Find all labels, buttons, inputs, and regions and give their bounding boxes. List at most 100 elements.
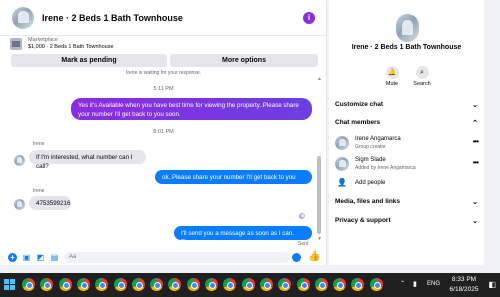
member-name: Irene Angamarca bbox=[355, 136, 401, 142]
marketplace-label: Marketplace bbox=[28, 37, 58, 43]
more-options-button[interactable]: More options bbox=[170, 54, 318, 67]
sender-name: Irene bbox=[33, 141, 45, 147]
chevron-down-icon: ⌄ bbox=[472, 102, 478, 109]
conversation-details-panel: Irene · 2 Beds 1 Bath Townhouse 🔔 Mute ⌕… bbox=[329, 0, 484, 265]
network-icon[interactable]: ▮ bbox=[413, 280, 417, 288]
chrome-icon[interactable] bbox=[186, 278, 200, 291]
chrome-icon[interactable] bbox=[241, 278, 255, 291]
search-button[interactable]: ⌕ Search bbox=[402, 66, 442, 87]
listing-thumbnail bbox=[10, 38, 22, 50]
chrome-icon[interactable] bbox=[22, 278, 35, 291]
chrome-icon[interactable] bbox=[40, 278, 54, 291]
sticker-icon[interactable]: ◩ bbox=[36, 253, 45, 262]
outgoing-message[interactable]: Yes it's Available when you have best ti… bbox=[71, 98, 312, 120]
chrome-icon[interactable] bbox=[58, 278, 72, 291]
customize-chat-section[interactable]: Customize chat ⌄ bbox=[335, 101, 478, 109]
chrome-icon[interactable] bbox=[131, 278, 145, 291]
tray-overflow-icon[interactable]: ⌃ bbox=[400, 280, 405, 287]
search-label: Search bbox=[413, 81, 431, 87]
chrome-icon[interactable] bbox=[113, 278, 127, 291]
sender-name: Irene bbox=[33, 188, 45, 194]
section-label: Chat members bbox=[335, 119, 381, 126]
sender-avatar[interactable] bbox=[14, 199, 25, 210]
clock-time[interactable]: 8:33 PM bbox=[444, 276, 484, 283]
chat-panel: Irene · 2 Beds 1 Bath Townhouse i Market… bbox=[0, 0, 327, 265]
like-icon[interactable]: 👍 bbox=[308, 251, 320, 262]
chrome-icon[interactable] bbox=[205, 278, 218, 291]
member-avatar bbox=[335, 157, 349, 171]
profile-avatar[interactable] bbox=[396, 14, 419, 42]
chrome-icon[interactable] bbox=[150, 278, 164, 291]
chat-avatar[interactable] bbox=[12, 6, 34, 29]
more-icon[interactable]: ••• bbox=[473, 137, 479, 146]
scrollbar-thumb[interactable] bbox=[317, 156, 321, 234]
member-avatar bbox=[335, 136, 349, 150]
info-icon[interactable]: i bbox=[303, 12, 315, 24]
chevron-up-icon: ⌃ bbox=[472, 120, 478, 127]
chrome-icon[interactable] bbox=[259, 278, 273, 291]
chevron-down-icon: ⌄ bbox=[472, 199, 478, 206]
chrome-icon[interactable] bbox=[296, 278, 310, 291]
chrome-icon[interactable] bbox=[223, 278, 237, 291]
language-indicator[interactable]: ENG bbox=[427, 281, 440, 287]
outgoing-message[interactable]: ok..Please share your number I'll get ba… bbox=[155, 170, 312, 190]
chrome-icon[interactable] bbox=[369, 278, 383, 291]
outgoing-message[interactable]: I'll send you a message as soon as I can… bbox=[174, 226, 312, 246]
taskbar: ⌃ ▮ ENG 8:33 PM 6/18/2025 ◧ bbox=[0, 273, 500, 297]
section-label: Customize chat bbox=[335, 101, 384, 108]
add-people-icon: 👤 bbox=[337, 178, 347, 187]
scroll-down-icon[interactable]: ▼ bbox=[317, 236, 322, 242]
privacy-support-section[interactable]: Privacy & support ⌄ bbox=[335, 217, 478, 225]
mute-icon: 🔔 bbox=[385, 66, 399, 79]
member-role: Added by Irene Angamarca bbox=[355, 165, 416, 171]
windows-start-icon[interactable] bbox=[4, 279, 15, 290]
chat-header: Irene · 2 Beds 1 Bath Townhouse i bbox=[0, 0, 327, 36]
section-label: Privacy & support bbox=[335, 217, 391, 224]
messenger-window: Irene · 2 Beds 1 Bath Townhouse i Market… bbox=[0, 0, 500, 297]
listing-title: $1,000 · 2 Beds 1 Bath Townhouse bbox=[28, 44, 114, 50]
sent-status: Sent bbox=[298, 241, 309, 247]
chrome-icon[interactable] bbox=[278, 278, 292, 291]
message-timestamp: 5:11 PM bbox=[153, 86, 174, 92]
message-timestamp: 8:01 PM bbox=[153, 129, 174, 135]
marketplace-listing[interactable]: Marketplace $1,000 · 2 Beds 1 Bath Townh… bbox=[0, 36, 327, 52]
chevron-down-icon: ⌄ bbox=[472, 218, 478, 225]
seen-avatar bbox=[299, 213, 305, 219]
chrome-icon[interactable] bbox=[76, 278, 90, 291]
more-icon[interactable]: ••• bbox=[473, 158, 479, 167]
chat-members-section[interactable]: Chat members ⌃ bbox=[335, 119, 478, 127]
member-name: Sigm Slade bbox=[355, 157, 386, 163]
image-icon[interactable]: ▣ bbox=[22, 253, 31, 262]
chrome-icon[interactable] bbox=[333, 278, 347, 291]
message-composer: + ▣ ◩ ▤ bbox=[0, 249, 327, 265]
section-label: Media, files and links bbox=[335, 198, 401, 205]
chrome-icon[interactable] bbox=[314, 278, 328, 291]
member-item[interactable]: Irene Angamarca Group creator ••• bbox=[335, 135, 479, 155]
emoji-icon[interactable] bbox=[292, 253, 301, 262]
member-role: Group creator bbox=[355, 144, 386, 150]
incoming-message[interactable]: If I'm interested, what number can I cal… bbox=[29, 150, 146, 170]
mark-as-pending-button[interactable]: Mark as pending bbox=[11, 54, 167, 67]
chrome-icon[interactable] bbox=[95, 278, 109, 291]
chrome-icon[interactable] bbox=[168, 278, 182, 291]
message-input[interactable] bbox=[64, 251, 290, 263]
chrome-icon[interactable] bbox=[351, 278, 365, 291]
search-icon: ⌕ bbox=[415, 66, 429, 79]
scrollbar[interactable]: ▲ ▼ bbox=[317, 76, 322, 242]
sender-avatar[interactable] bbox=[14, 155, 25, 166]
gif-icon[interactable]: ▤ bbox=[50, 253, 59, 262]
system-tray: ⌃ ▮ ENG 8:33 PM 6/18/2025 ◧ bbox=[382, 273, 500, 297]
clock-date[interactable]: 6/18/2025 bbox=[444, 286, 484, 293]
incoming-message[interactable]: 4753599216 bbox=[29, 196, 71, 210]
notification-icon[interactable]: ◧ bbox=[488, 280, 496, 289]
conversation-name: Irene · 2 Beds 1 Bath Townhouse bbox=[351, 44, 462, 51]
member-item[interactable]: Sigm Slade Added by Irene Angamarca ••• bbox=[335, 156, 479, 176]
listing-text: Marketplace $1,000 · 2 Beds 1 Bath Townh… bbox=[28, 37, 114, 51]
media-files-links-section[interactable]: Media, files and links ⌄ bbox=[335, 198, 478, 206]
chat-title[interactable]: Irene · 2 Beds 1 Bath Townhouse bbox=[42, 13, 183, 23]
add-people-button[interactable]: 👤 Add people bbox=[335, 178, 478, 190]
waiting-note: Irene is waiting for your response. bbox=[125, 70, 202, 76]
plus-icon[interactable]: + bbox=[8, 252, 17, 262]
scroll-up-icon[interactable]: ▲ bbox=[317, 76, 322, 82]
message-list[interactable]: Irene is waiting for your response. 5:11… bbox=[0, 68, 327, 248]
